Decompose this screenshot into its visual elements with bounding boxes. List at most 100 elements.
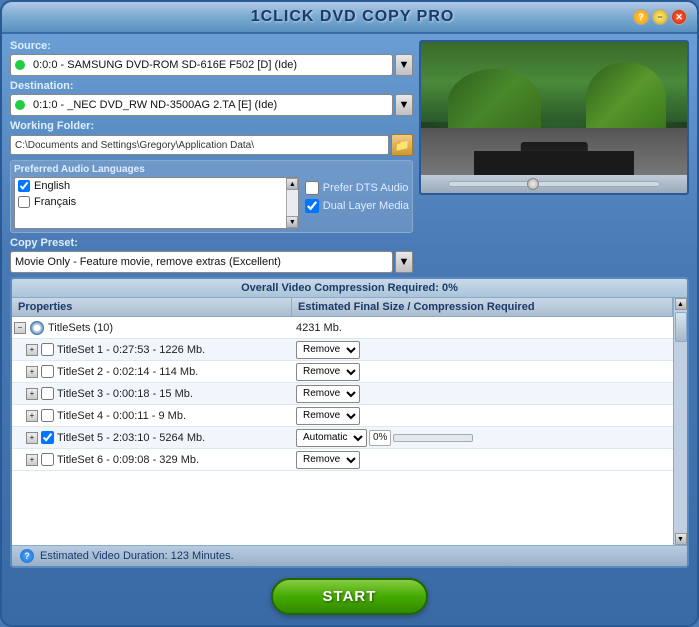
video-dashboard	[474, 151, 634, 175]
ts3-action-select[interactable]: Remove	[296, 385, 360, 403]
expand-ts6[interactable]: +	[26, 454, 38, 466]
expand-ts5[interactable]: +	[26, 432, 38, 444]
destination-group: Destination: 0:1:0 - _NEC DVD_RW ND-3500…	[10, 80, 413, 116]
status-text: Estimated Video Duration: 123 Minutes.	[40, 550, 234, 562]
source-label: Source:	[10, 40, 413, 52]
working-folder-input[interactable]: C:\Documents and Settings\Gregory\Applic…	[10, 135, 389, 155]
ts1-checkbox[interactable]	[41, 343, 54, 356]
browse-button[interactable]: 📁	[391, 134, 413, 156]
audio-scroll-down[interactable]: ▼	[286, 216, 298, 228]
prefer-dts-checkbox[interactable]	[305, 181, 319, 195]
help-button[interactable]: ?	[633, 9, 649, 25]
ts5-progress	[393, 434, 473, 442]
expand-titlesets[interactable]: −	[14, 322, 26, 334]
source-row: 0:0:0 - SAMSUNG DVD-ROM SD-616E F502 [D]…	[10, 54, 413, 76]
table-section: Properties Estimated Final Size / Compre…	[12, 298, 687, 545]
table-scroll-up[interactable]: ▲	[675, 298, 687, 310]
ts6-checkbox[interactable]	[41, 453, 54, 466]
expand-ts3[interactable]: +	[26, 388, 38, 400]
ts6-action-select[interactable]: Remove	[296, 451, 360, 469]
video-slider-thumb[interactable]	[527, 178, 539, 190]
audio-box: Preferred Audio Languages English	[10, 160, 413, 233]
table-scroll-down[interactable]: ▼	[675, 533, 687, 545]
ts2-checkbox[interactable]	[41, 365, 54, 378]
cell-props-ts2: + TitleSet 2 - 0:02:14 - 114 Mb.	[12, 365, 292, 378]
source-display[interactable]: 0:0:0 - SAMSUNG DVD-ROM SD-616E F502 [D]…	[10, 54, 393, 76]
video-scene	[421, 42, 687, 175]
table-scroll-thumb[interactable]	[675, 312, 687, 342]
ts1-action-select[interactable]: Remove	[296, 341, 360, 359]
copy-preset-display[interactable]: Movie Only - Feature movie, remove extra…	[10, 251, 393, 273]
expand-ts1[interactable]: +	[26, 344, 38, 356]
audio-scroll-up[interactable]: ▲	[286, 178, 298, 190]
table-body: − TitleSets (10) 4231 Mb. +	[12, 317, 673, 545]
expand-ts4[interactable]: +	[26, 410, 38, 422]
destination-dropdown-arrow[interactable]: ▼	[395, 94, 413, 116]
titlesets-size: 4231 Mb.	[296, 322, 342, 334]
working-folder-group: Working Folder: C:\Documents and Setting…	[10, 120, 413, 156]
cell-size-ts5: Automatic 0%	[292, 429, 673, 447]
table-row: + TitleSet 2 - 0:02:14 - 114 Mb. Remove	[12, 361, 673, 383]
audio-left: Preferred Audio Languages English	[14, 164, 299, 229]
copy-preset-section: Copy Preset: Movie Only - Feature movie,…	[10, 237, 413, 273]
th-properties: Properties	[12, 298, 292, 316]
video-tree-right	[586, 62, 666, 135]
close-button[interactable]: ✕	[671, 9, 687, 25]
start-button[interactable]: START	[271, 578, 429, 615]
video-slider[interactable]	[448, 181, 661, 187]
source-status-dot	[15, 60, 25, 70]
ts2-action-select[interactable]: Remove	[296, 363, 360, 381]
ts4-action-select[interactable]: Remove	[296, 407, 360, 425]
cell-size-ts4: Remove	[292, 407, 673, 425]
cell-size-ts1: Remove	[292, 341, 673, 359]
video-controls-bar	[421, 175, 687, 193]
ts5-checkbox[interactable]	[41, 431, 54, 444]
cell-props-ts4: + TitleSet 4 - 0:00:11 - 9 Mb.	[12, 409, 292, 422]
audio-checkbox-english[interactable]	[18, 180, 30, 192]
table-row: + TitleSet 4 - 0:00:11 - 9 Mb. Remove	[12, 405, 673, 427]
expand-ts2[interactable]: +	[26, 366, 38, 378]
dual-layer-checkbox[interactable]	[305, 199, 319, 213]
destination-status-dot	[15, 100, 25, 110]
video-content	[421, 42, 687, 175]
dual-layer-label: Dual Layer Media	[323, 200, 409, 212]
audio-scrollbar: ▲ ▼	[286, 178, 298, 228]
dvd-icon	[29, 321, 45, 335]
ts4-label: TitleSet 4 - 0:00:11 - 9 Mb.	[57, 410, 186, 422]
folder-icon: 📁	[395, 138, 410, 152]
ts3-checkbox[interactable]	[41, 387, 54, 400]
table-row: + TitleSet 3 - 0:00:18 - 15 Mb. Remove	[12, 383, 673, 405]
ts5-percent: 0%	[369, 430, 391, 446]
audio-checkbox-francais[interactable]	[18, 196, 30, 208]
prefer-dts-label: Prefer DTS Audio	[323, 182, 409, 194]
cell-props-ts3: + TitleSet 3 - 0:00:18 - 15 Mb.	[12, 387, 292, 400]
video-preview-panel	[419, 40, 689, 273]
app-title: 1CLICK DVD COPY PRO	[72, 8, 633, 26]
table-row: + TitleSet 6 - 0:09:08 - 329 Mb. Remove	[12, 449, 673, 471]
cell-props-ts5: + TitleSet 5 - 2:03:10 - 5264 Mb.	[12, 431, 292, 444]
top-section: Source: 0:0:0 - SAMSUNG DVD-ROM SD-616E …	[10, 40, 689, 273]
ts4-checkbox[interactable]	[41, 409, 54, 422]
ts5-label: TitleSet 5 - 2:03:10 - 5264 Mb.	[57, 432, 205, 444]
copy-preset-label: Copy Preset:	[10, 237, 413, 249]
left-panel: Source: 0:0:0 - SAMSUNG DVD-ROM SD-616E …	[10, 40, 413, 273]
cell-size-ts3: Remove	[292, 385, 673, 403]
cell-size-ts6: Remove	[292, 451, 673, 469]
audio-scroll-track	[287, 190, 298, 216]
minimize-button[interactable]: −	[652, 9, 668, 25]
copy-preset-dropdown-arrow[interactable]: ▼	[395, 251, 413, 273]
destination-display[interactable]: 0:1:0 - _NEC DVD_RW ND-3500AG 2.TA [E] (…	[10, 94, 393, 116]
destination-value: 0:1:0 - _NEC DVD_RW ND-3500AG 2.TA [E] (…	[33, 99, 277, 111]
audio-title: Preferred Audio Languages	[14, 164, 299, 175]
cell-props-ts6: + TitleSet 6 - 0:09:08 - 329 Mb.	[12, 453, 292, 466]
audio-item-francais: Français	[15, 194, 286, 210]
cell-size-ts2: Remove	[292, 363, 673, 381]
ts5-action-select[interactable]: Automatic	[296, 429, 367, 447]
working-folder-row: C:\Documents and Settings\Gregory\Applic…	[10, 134, 413, 156]
main-content: Source: 0:0:0 - SAMSUNG DVD-ROM SD-616E …	[2, 34, 697, 625]
dual-layer-row: Dual Layer Media	[305, 199, 409, 213]
destination-label: Destination:	[10, 80, 413, 92]
window-controls: ? − ✕	[633, 9, 687, 25]
source-dropdown-arrow[interactable]: ▼	[395, 54, 413, 76]
compression-bar: Overall Video Compression Required: 0%	[12, 279, 687, 298]
